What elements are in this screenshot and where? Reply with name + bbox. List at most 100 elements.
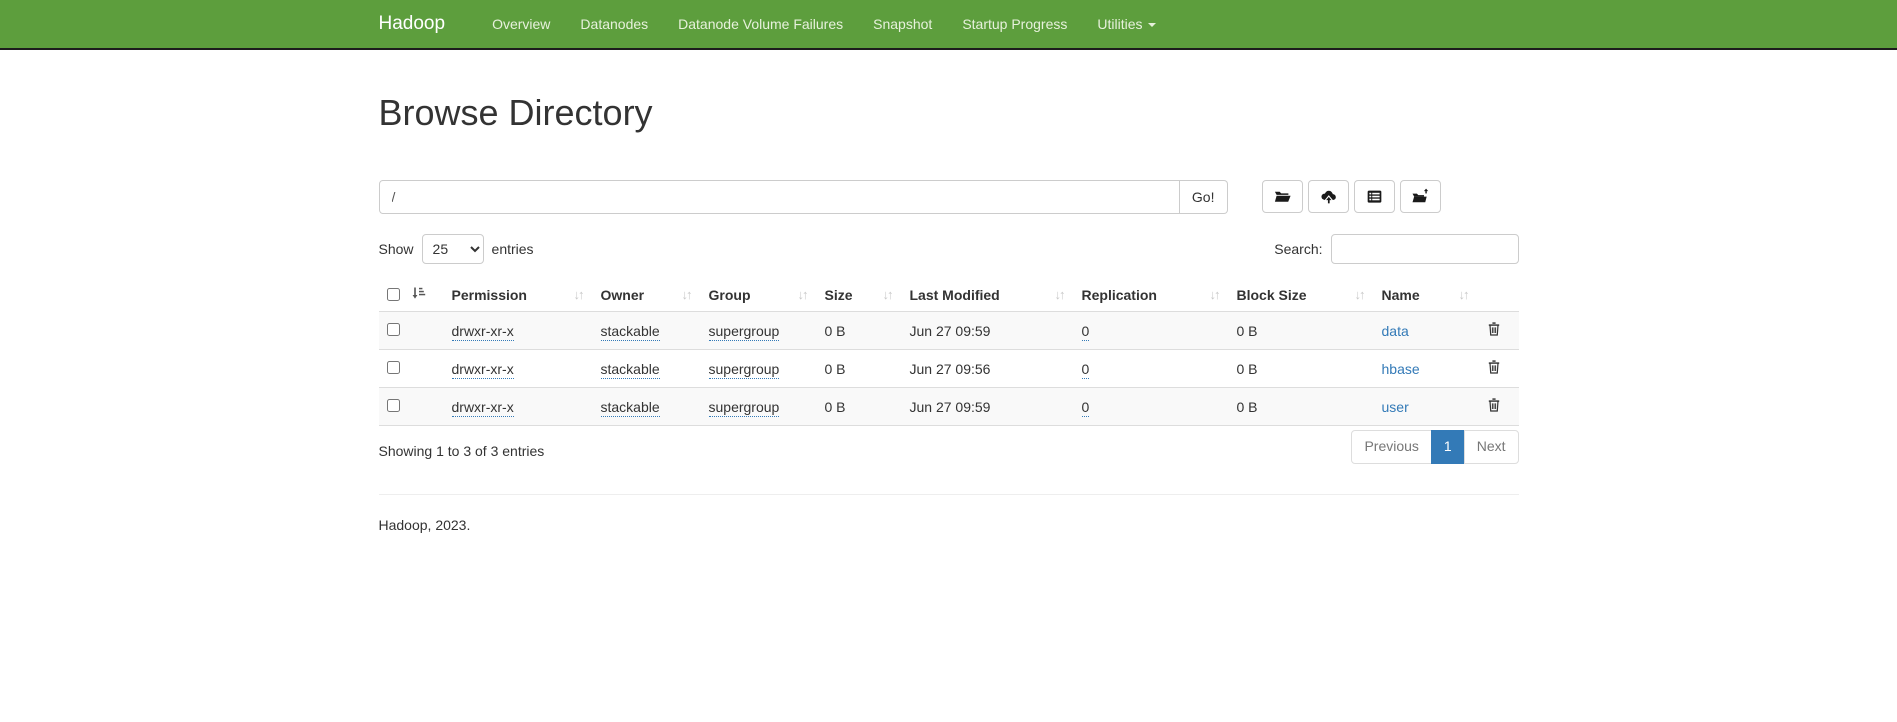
column-header-last-modified[interactable]: Last Modified ↓↑ xyxy=(902,278,1074,312)
row-checkbox[interactable] xyxy=(387,399,400,412)
navbar: Hadoop OverviewDatanodesDatanode Volume … xyxy=(0,0,1897,50)
pagination-previous[interactable]: Previous xyxy=(1351,430,1431,464)
last-modified-cell: Jun 27 09:59 xyxy=(902,312,1074,350)
column-label: Name xyxy=(1382,287,1420,303)
nav-item-datanodes[interactable]: Datanodes xyxy=(565,0,663,49)
sort-icon: ↓↑ xyxy=(798,287,809,302)
sort-icon: ↓↑ xyxy=(1210,287,1221,302)
sort-icon: ↓↑ xyxy=(682,287,693,302)
navbar-brand[interactable]: Hadoop xyxy=(379,13,446,35)
directory-path-input[interactable] xyxy=(379,180,1180,214)
row-checkbox[interactable] xyxy=(387,323,400,336)
name-link[interactable]: hbase xyxy=(1382,361,1420,377)
replication-cell[interactable]: 0 xyxy=(1082,399,1090,417)
nav-item-startup-progress[interactable]: Startup Progress xyxy=(947,0,1082,49)
column-header-name[interactable]: Name ↓↑ xyxy=(1374,278,1478,312)
size-cell: 0 B xyxy=(817,388,902,426)
nav-item-utilities-label: Utilities xyxy=(1097,16,1142,32)
list-alt-icon xyxy=(1365,187,1384,206)
size-cell: 0 B xyxy=(817,350,902,388)
column-header-owner[interactable]: Owner ↓↑ xyxy=(593,278,701,312)
block-size-cell: 0 B xyxy=(1229,350,1374,388)
pagination: Previous 1 Next xyxy=(1351,430,1518,464)
trash-icon[interactable] xyxy=(1486,320,1502,338)
trash-icon[interactable] xyxy=(1486,396,1502,414)
block-size-cell: 0 B xyxy=(1229,388,1374,426)
nav-item-utilities[interactable]: Utilities xyxy=(1082,0,1170,49)
last-modified-cell: Jun 27 09:59 xyxy=(902,388,1074,426)
folder-move-button[interactable] xyxy=(1400,180,1441,213)
nav-links: OverviewDatanodesDatanode Volume Failure… xyxy=(477,0,1082,48)
column-label: Permission xyxy=(452,287,527,303)
table-row: drwxr-xr-x stackable supergroup 0 B Jun … xyxy=(379,388,1519,426)
column-label: Group xyxy=(709,287,751,303)
owner-cell[interactable]: stackable xyxy=(601,323,660,341)
sort-icon: ↓↑ xyxy=(1355,287,1366,302)
name-link[interactable]: user xyxy=(1382,399,1409,415)
column-header-group[interactable]: Group ↓↑ xyxy=(701,278,817,312)
directory-actions xyxy=(1262,180,1441,213)
caret-down-icon xyxy=(1148,23,1156,27)
column-label: Block Size xyxy=(1237,287,1307,303)
sort-icon: ↓↑ xyxy=(574,287,585,302)
column-header-replication[interactable]: Replication ↓↑ xyxy=(1074,278,1229,312)
last-modified-cell: Jun 27 09:56 xyxy=(902,350,1074,388)
size-cell: 0 B xyxy=(817,312,902,350)
owner-cell[interactable]: stackable xyxy=(601,361,660,379)
replication-cell[interactable]: 0 xyxy=(1082,361,1090,379)
column-header-size[interactable]: Size ↓↑ xyxy=(817,278,902,312)
go-button[interactable]: Go! xyxy=(1180,180,1228,214)
sort-icon: ↓↑ xyxy=(883,287,894,302)
sort-icon: ↓↑ xyxy=(1459,287,1470,302)
column-label: Replication xyxy=(1082,287,1157,303)
row-checkbox[interactable] xyxy=(387,361,400,374)
replication-cell[interactable]: 0 xyxy=(1082,323,1090,341)
table-header-row: Permission ↓↑ Owner ↓↑ Group ↓↑ Size ↓↑ Last… xyxy=(379,278,1519,312)
footer-text: Hadoop, 2023. xyxy=(379,517,1519,533)
column-label: Last Modified xyxy=(910,287,1000,303)
table-row: drwxr-xr-x stackable supergroup 0 B Jun … xyxy=(379,312,1519,350)
entries-label: entries xyxy=(492,241,534,257)
owner-cell[interactable]: stackable xyxy=(601,399,660,417)
column-label: Owner xyxy=(601,287,645,303)
column-header-select[interactable] xyxy=(379,278,444,312)
path-bar: Go! xyxy=(379,180,1519,214)
sort-ascending-icon xyxy=(412,286,426,303)
nav-item-snapshot[interactable]: Snapshot xyxy=(858,0,947,49)
column-label: Size xyxy=(825,287,853,303)
permission-cell[interactable]: drwxr-xr-x xyxy=(452,361,514,379)
permission-cell[interactable]: drwxr-xr-x xyxy=(452,323,514,341)
permission-cell[interactable]: drwxr-xr-x xyxy=(452,399,514,417)
page-title: Browse Directory xyxy=(379,92,1519,134)
name-link[interactable]: data xyxy=(1382,323,1409,339)
folder-move-icon xyxy=(1411,187,1430,206)
pagination-page-1[interactable]: 1 xyxy=(1431,430,1465,464)
column-header-permission[interactable]: Permission ↓↑ xyxy=(444,278,593,312)
column-header-actions xyxy=(1478,278,1519,312)
table-row: drwxr-xr-x stackable supergroup 0 B Jun … xyxy=(379,350,1519,388)
upload-file-button[interactable] xyxy=(1308,180,1349,213)
folder-open-icon xyxy=(1273,187,1292,206)
group-cell[interactable]: supergroup xyxy=(709,361,780,379)
footer-divider xyxy=(379,494,1519,495)
group-cell[interactable]: supergroup xyxy=(709,399,780,417)
trash-icon[interactable] xyxy=(1486,358,1502,376)
page-length-select[interactable]: 25 xyxy=(422,234,484,264)
group-cell[interactable]: supergroup xyxy=(709,323,780,341)
select-all-checkbox[interactable] xyxy=(387,288,400,301)
column-header-block-size[interactable]: Block Size ↓↑ xyxy=(1229,278,1374,312)
show-label: Show xyxy=(379,241,414,257)
table-search-input[interactable] xyxy=(1331,234,1519,264)
search-label: Search: xyxy=(1274,241,1322,257)
directory-table: Permission ↓↑ Owner ↓↑ Group ↓↑ Size ↓↑ Last… xyxy=(379,278,1519,426)
folder-open-button[interactable] xyxy=(1262,180,1303,213)
nav-item-overview[interactable]: Overview xyxy=(477,0,565,49)
pagination-next[interactable]: Next xyxy=(1464,430,1519,464)
cloud-upload-icon xyxy=(1319,187,1338,206)
list-alt-button[interactable] xyxy=(1354,180,1395,213)
sort-icon: ↓↑ xyxy=(1055,287,1066,302)
nav-item-datanode-volume-failures[interactable]: Datanode Volume Failures xyxy=(663,0,858,49)
table-info: Showing 1 to 3 of 3 entries xyxy=(379,435,545,459)
table-controls: Show 25 entries Search: xyxy=(379,234,1519,264)
block-size-cell: 0 B xyxy=(1229,312,1374,350)
